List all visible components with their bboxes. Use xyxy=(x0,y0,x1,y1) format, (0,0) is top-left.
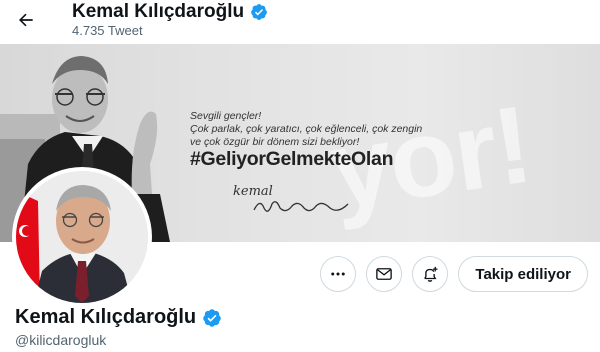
banner-hashtag: #GeliyorGelmekteOlan xyxy=(190,148,394,170)
profile-handle: @kilicdarogluk xyxy=(15,332,107,348)
profile-avatar[interactable] xyxy=(12,167,152,307)
banner-message: Sevgili gençler! Çok parlak, çok yaratıc… xyxy=(190,110,422,149)
banner-message-line: Sevgili gençler! xyxy=(190,110,262,122)
profile-name: Kemal Kılıçdaroğlu xyxy=(15,306,197,328)
more-dots-icon xyxy=(331,272,346,276)
more-button[interactable] xyxy=(320,256,357,292)
profile-header-bar: Kemal Kılıçdaroğlu 4.735 Tweet xyxy=(0,0,600,44)
message-button[interactable] xyxy=(366,256,403,292)
bell-plus-icon xyxy=(424,266,438,282)
back-button[interactable] xyxy=(10,4,42,36)
notify-button[interactable] xyxy=(412,256,449,292)
avatar-portrait xyxy=(16,171,148,303)
verified-badge-icon xyxy=(251,4,267,20)
following-button[interactable]: Takip ediliyor xyxy=(458,256,588,292)
profile-name-row: Kemal Kılıçdaroğlu xyxy=(15,306,222,329)
envelope-icon xyxy=(376,268,393,280)
avatar-image xyxy=(16,171,148,303)
profile-actions: Takip ediliyor xyxy=(320,256,588,292)
verified-badge-icon xyxy=(203,308,221,327)
header-name: Kemal Kılıçdaroğlu xyxy=(72,1,245,22)
signature-scribble xyxy=(253,201,349,212)
tweet-count: 4.735 Tweet xyxy=(72,23,143,38)
header-title: Kemal Kılıçdaroğlu xyxy=(72,1,268,23)
back-arrow-icon xyxy=(19,13,33,27)
banner-message-line: Çok parlak, çok yaratıcı, çok eğlenceli,… xyxy=(190,123,423,135)
